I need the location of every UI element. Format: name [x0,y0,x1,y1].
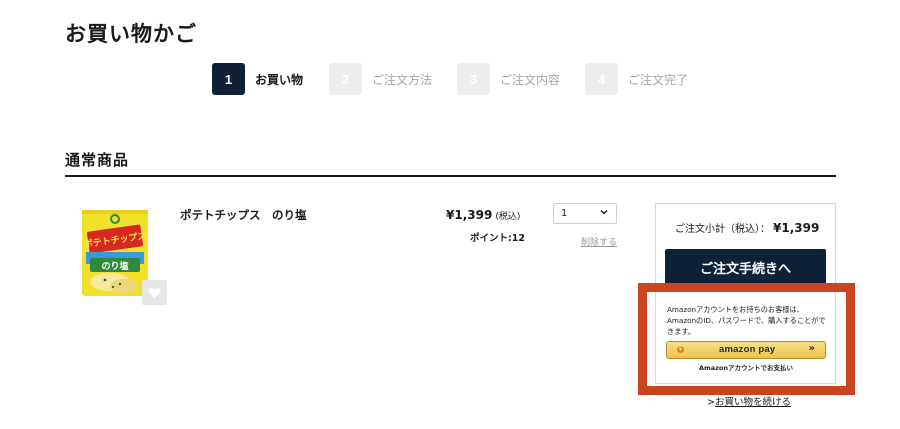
svg-text:のり塩: のり塩 [101,260,128,272]
heart-icon [148,287,161,298]
quantity-select[interactable]: 1 [553,203,617,224]
step-label: ご注文完了 [628,72,689,87]
amazon-pay-badge-icon: $ [677,346,684,353]
product-points: ポイント:12 [470,233,526,244]
order-subtotal: ご注文小計（税込）： ¥1,399 [675,220,819,235]
tax-note: (税込) [495,212,521,222]
subtotal-value: ¥1,399 [773,221,820,235]
amazon-pay-highlight-frame [638,283,855,395]
amazon-pay-description: Amazonアカウントをお持ちのお客様は、AmazonのID、パスワードで、購入… [667,305,826,336]
chevron-down-icon [600,209,608,215]
step-label: お買い物 [255,72,304,87]
page-title: お買い物かご [65,22,197,46]
double-chevron-right-icon: » [808,343,815,354]
continue-shopping-link[interactable]: >お買い物を続ける [707,394,791,408]
product-price: ¥1,399 (税込) [446,208,520,222]
step-number: 1 [212,63,245,95]
step-order-details: 3 ご注文内容 [457,63,560,95]
continue-label: お買い物を続ける [714,397,791,408]
amazon-pay-button[interactable]: $ amazon pay » [666,341,826,359]
section-divider [65,175,836,177]
step-number: 4 [585,63,618,95]
step-cart: 1 お買い物 [212,63,303,95]
product-name[interactable]: ポテトチップス のり塩 [180,207,307,223]
checkout-button[interactable]: ご注文手続きへ [665,249,826,286]
amazon-pay-caption: Amazonアカウントでお支払い [698,364,794,372]
favorite-button[interactable] [142,280,167,305]
price-value: ¥1,399 [446,208,493,222]
step-number: 3 [457,63,490,95]
section-title: 通常商品 [65,151,130,169]
product-image[interactable]: ポテトチップス のり塩 [80,208,150,298]
delete-link[interactable]: 削除する [581,235,617,248]
step-order-complete: 4 ご注文完了 [585,63,688,95]
step-label: ご注文方法 [372,72,433,87]
step-label: ご注文内容 [500,72,561,87]
step-number: 2 [329,63,362,95]
subtotal-label: ご注文小計（税込）： [675,224,770,235]
quantity-value: 1 [561,208,568,219]
continue-prefix: > [707,397,715,408]
step-order-method: 2 ご注文方法 [329,63,432,95]
amazon-pay-logo: amazon pay [719,344,776,355]
